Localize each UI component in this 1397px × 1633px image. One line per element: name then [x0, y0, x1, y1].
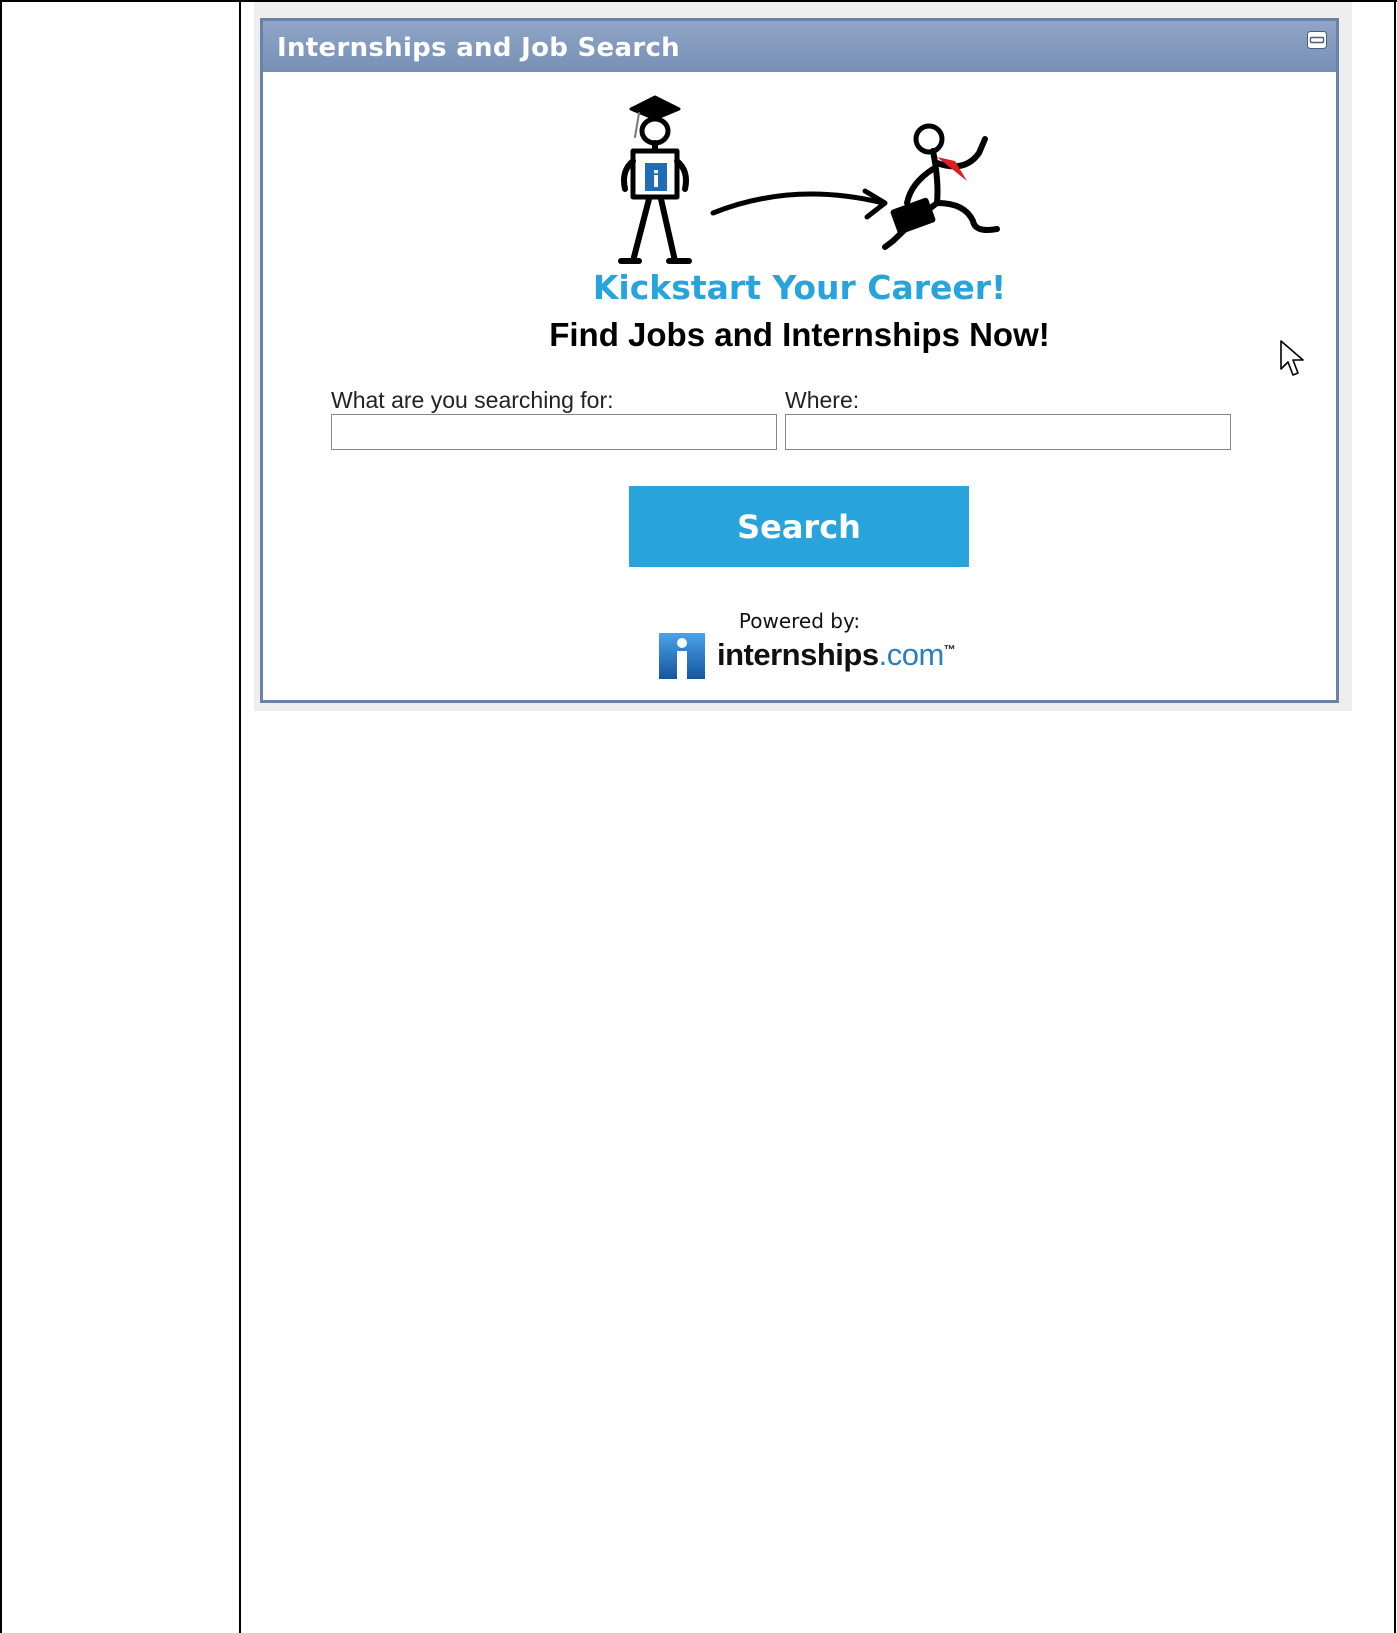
logo-wordmark: internships.com™	[717, 637, 956, 672]
what-search-input[interactable]	[331, 414, 777, 450]
internships-logo[interactable]: internships.com™	[659, 631, 956, 683]
table-column-divider	[239, 0, 241, 1633]
arrow-icon	[710, 191, 886, 216]
page: Internships and Job Search i Kickstart Y…	[0, 0, 1397, 1633]
where-label: Where:	[785, 387, 860, 413]
what-label: What are you searching for:	[331, 387, 614, 413]
internships-logo-icon	[659, 633, 705, 683]
career-illustration: i	[618, 95, 1000, 264]
internships-portlet: Internships and Job Search i Kickstart Y…	[260, 18, 1339, 703]
search-button[interactable]: Search	[629, 486, 969, 567]
table-border-left	[0, 0, 2, 1633]
minimize-icon	[1307, 31, 1327, 49]
powered-by-label: Powered by:	[738, 609, 861, 633]
svg-text:i: i	[652, 168, 660, 193]
headline: Kickstart Your Career!	[592, 268, 1007, 307]
table-border-right	[1394, 0, 1396, 1633]
portlet-header: Internships and Job Search	[263, 21, 1336, 72]
portlet-title: Internships and Job Search	[277, 33, 680, 63]
portlet-container: Internships and Job Search i Kickstart Y…	[254, 2, 1352, 711]
mouse-cursor-icon	[1280, 340, 1304, 376]
minimize-button[interactable]	[1307, 31, 1327, 49]
where-input[interactable]	[785, 414, 1231, 450]
subheadline: Find Jobs and Internships Now!	[549, 316, 1050, 353]
